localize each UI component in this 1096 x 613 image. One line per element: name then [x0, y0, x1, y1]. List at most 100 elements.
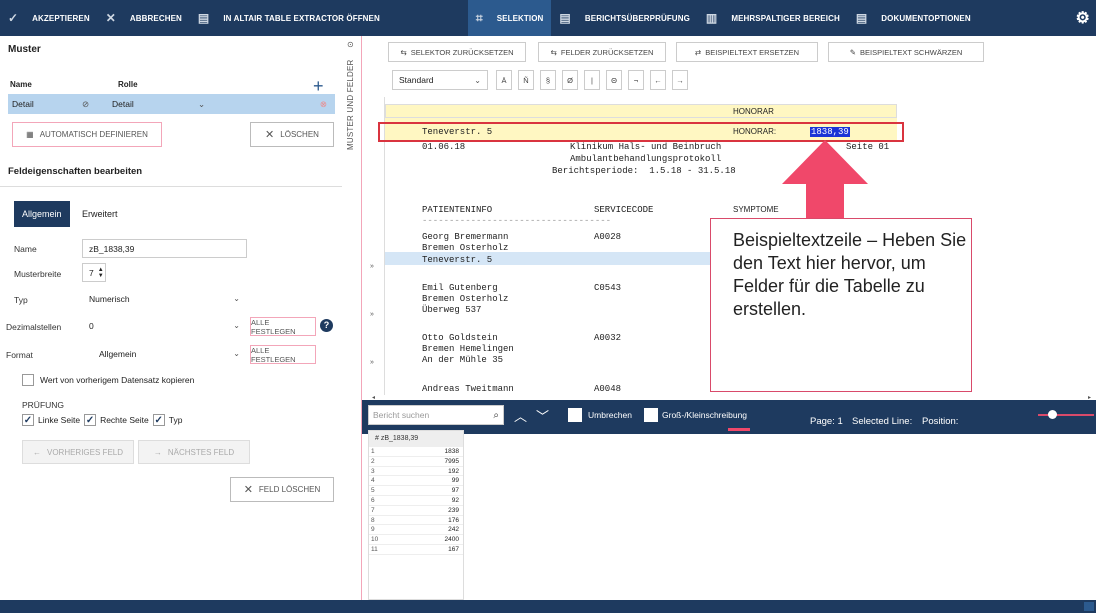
decimals-label: Dezimalstellen — [6, 322, 62, 332]
zoom-slider[interactable] — [1038, 414, 1094, 416]
remove-icon[interactable]: ⊗ — [320, 99, 327, 110]
wrap-checkbox[interactable] — [568, 408, 582, 422]
redact-sample-button[interactable]: ✎ BEISPIELTEXT SCHWÄRZEN — [828, 42, 984, 62]
copy-prev-option[interactable]: Wert von vorherigem Datensatz kopieren — [22, 374, 194, 386]
patient-name: Georg Bremermann — [422, 232, 509, 242]
next-field-button[interactable]: → NÄCHSTES FELD — [138, 440, 250, 464]
chevron-up-icon[interactable]: ︿ — [514, 406, 527, 425]
pin-icon[interactable]: ⊙ — [347, 40, 354, 49]
reset-selector-button[interactable]: ⇆ SELEKTOR ZURÜCKSETZEN — [388, 42, 526, 62]
doc-dash: ----------------------------------- — [422, 216, 612, 226]
search-input[interactable]: Bericht suchen ⌕ — [368, 405, 504, 425]
width-stepper[interactable]: 7 ▲ ▼ — [82, 263, 106, 282]
sample-left: Teneverstr. 5 — [422, 127, 493, 137]
stepper-arrows-icon[interactable]: ▲ ▼ — [98, 267, 104, 279]
special-char-button[interactable]: ¬ — [628, 70, 644, 90]
row-value: 192 — [448, 467, 459, 475]
tab-selection[interactable]: ⌗ SELEKTION — [467, 0, 552, 36]
table-row[interactable]: 9 242 — [369, 525, 463, 536]
search-icon[interactable]: ⌕ — [493, 410, 499, 421]
reset-fields-button[interactable]: ⇆ FELDER ZURÜCKSETZEN — [538, 42, 666, 62]
delete-button[interactable]: ✕ LÖSCHEN — [250, 122, 334, 147]
chevron-down-icon[interactable]: ﹀ — [536, 406, 549, 425]
special-char-button[interactable]: ← — [650, 70, 666, 90]
open-extractor-button[interactable]: ▤ IN ALTAIR TABLE EXTRACTOR ÖFFNEN — [190, 0, 388, 36]
previous-field-button[interactable]: ← VORHERIGES FELD — [22, 440, 134, 464]
help-icon[interactable]: ? — [320, 319, 333, 332]
table-row[interactable]: 5 97 — [369, 486, 463, 496]
special-char-button[interactable]: Θ — [606, 70, 622, 90]
up-arrow-icon — [782, 140, 868, 218]
tab-general[interactable]: Allgemein — [14, 201, 70, 227]
type-checkbox[interactable]: ✓ — [152, 414, 165, 426]
delete-field-button[interactable]: ✕ FELD LÖSCHEN — [230, 477, 334, 502]
format-select[interactable]: Allgemein ⌄ — [82, 344, 247, 363]
gear-icon[interactable]: ⚙ — [1076, 0, 1090, 36]
tab-multicolumn[interactable]: ▥ MEHRSPALTIGER BEREICH — [698, 0, 848, 36]
decimals-select[interactable]: 0 ⌄ — [82, 316, 247, 335]
row-value: 239 — [448, 506, 459, 514]
row-value: 99 — [451, 477, 459, 485]
right-page-checkbox[interactable]: ✓ — [84, 414, 97, 426]
add-pattern-button[interactable]: + — [313, 77, 324, 95]
set-all-decimals-button[interactable]: ALLE FESTLEGEN — [250, 317, 316, 336]
set-all-format-button[interactable]: ALLE FESTLEGEN — [250, 345, 316, 364]
expand-icon[interactable]: » — [370, 311, 374, 318]
expand-icon[interactable]: » — [370, 359, 374, 366]
left-page-checkbox[interactable]: ✓ — [22, 414, 34, 426]
edit-icon[interactable]: ⊘ — [82, 99, 112, 110]
table-row[interactable]: 4 99 — [369, 476, 463, 487]
tab-advanced[interactable]: Erweitert — [74, 201, 126, 227]
pattern-type-select[interactable]: Standard ⌄ — [392, 70, 488, 90]
status-corner[interactable] — [1084, 602, 1094, 611]
auto-define-button[interactable]: ▦ AUTOMATISCH DEFINIEREN — [12, 122, 162, 147]
table-row[interactable]: 3 192 — [369, 467, 463, 477]
table-row[interactable]: 2 7995 — [369, 457, 463, 467]
row-value: 176 — [448, 516, 459, 524]
page-indicator: Page: 1 — [810, 416, 843, 427]
doc-period: Berichtsperiode: 1.5.18 - 31.5.18 — [552, 166, 736, 176]
table-row[interactable]: 6 92 — [369, 496, 463, 506]
status-bar — [0, 600, 1096, 613]
arrow-left-icon: ← — [32, 447, 41, 457]
special-char-button[interactable]: Ñ — [518, 70, 534, 90]
grid-header[interactable]: # zB_1838,39 — [369, 431, 463, 447]
row-number: 6 — [371, 496, 375, 504]
name-field[interactable]: zB_1838,39 — [82, 239, 247, 258]
table-row[interactable]: 10 2400 — [369, 535, 463, 545]
row-number: 3 — [371, 467, 375, 475]
type-select[interactable]: Numerisch ⌄ — [82, 289, 247, 308]
patient-city: Bremen Osterholz — [422, 243, 509, 253]
special-char-button[interactable]: → — [672, 70, 688, 90]
accept-button[interactable]: ✓ AKZEPTIEREN — [0, 0, 98, 36]
special-char-button[interactable]: | — [584, 70, 600, 90]
row-number: 1 — [371, 448, 375, 455]
pattern-row[interactable]: Detail ⊘ Detail ⌄ ⊗ — [8, 94, 335, 114]
case-checkbox[interactable] — [644, 408, 658, 422]
tab-report-review[interactable]: ▤ BERICHTSÜBERPRÜFUNG — [551, 0, 697, 36]
chevron-down-icon[interactable]: ⌄ — [198, 99, 205, 110]
row-number: 4 — [371, 477, 375, 485]
table-row[interactable]: 1 1838 — [369, 447, 463, 457]
copy-prev-checkbox[interactable] — [22, 374, 34, 386]
cancel-button[interactable]: ✕ ABBRECHEN — [98, 0, 190, 36]
replace-sample-button[interactable]: ⇄ BEISPIELTEXT ERSETZEN — [676, 42, 818, 62]
row-number: 7 — [371, 506, 375, 514]
tab-document-options[interactable]: ▤ DOKUMENTOPTIONEN — [848, 0, 979, 36]
table-row[interactable]: 11 167 — [369, 545, 463, 555]
special-char-button[interactable]: Ø — [562, 70, 578, 90]
chevron-down-icon: ⌄ — [233, 349, 240, 358]
expand-icon[interactable]: » — [370, 263, 374, 270]
table-doc-icon: ▤ — [197, 11, 210, 25]
sample-value-highlight[interactable]: 1838,39 — [810, 127, 850, 137]
special-char-button[interactable]: Ä — [496, 70, 512, 90]
special-char-button[interactable]: § — [540, 70, 556, 90]
check-icon: ✓ — [8, 11, 19, 25]
zoom-slider-handle[interactable] — [1048, 410, 1057, 419]
chevron-down-icon: ⌄ — [474, 75, 481, 85]
patient-street: Teneverstr. 5 — [422, 255, 493, 265]
table-row[interactable]: 7 239 — [369, 506, 463, 516]
row-value: 167 — [448, 545, 459, 553]
pattern-row-role[interactable]: Detail — [112, 99, 198, 109]
table-row[interactable]: 8 176 — [369, 516, 463, 526]
